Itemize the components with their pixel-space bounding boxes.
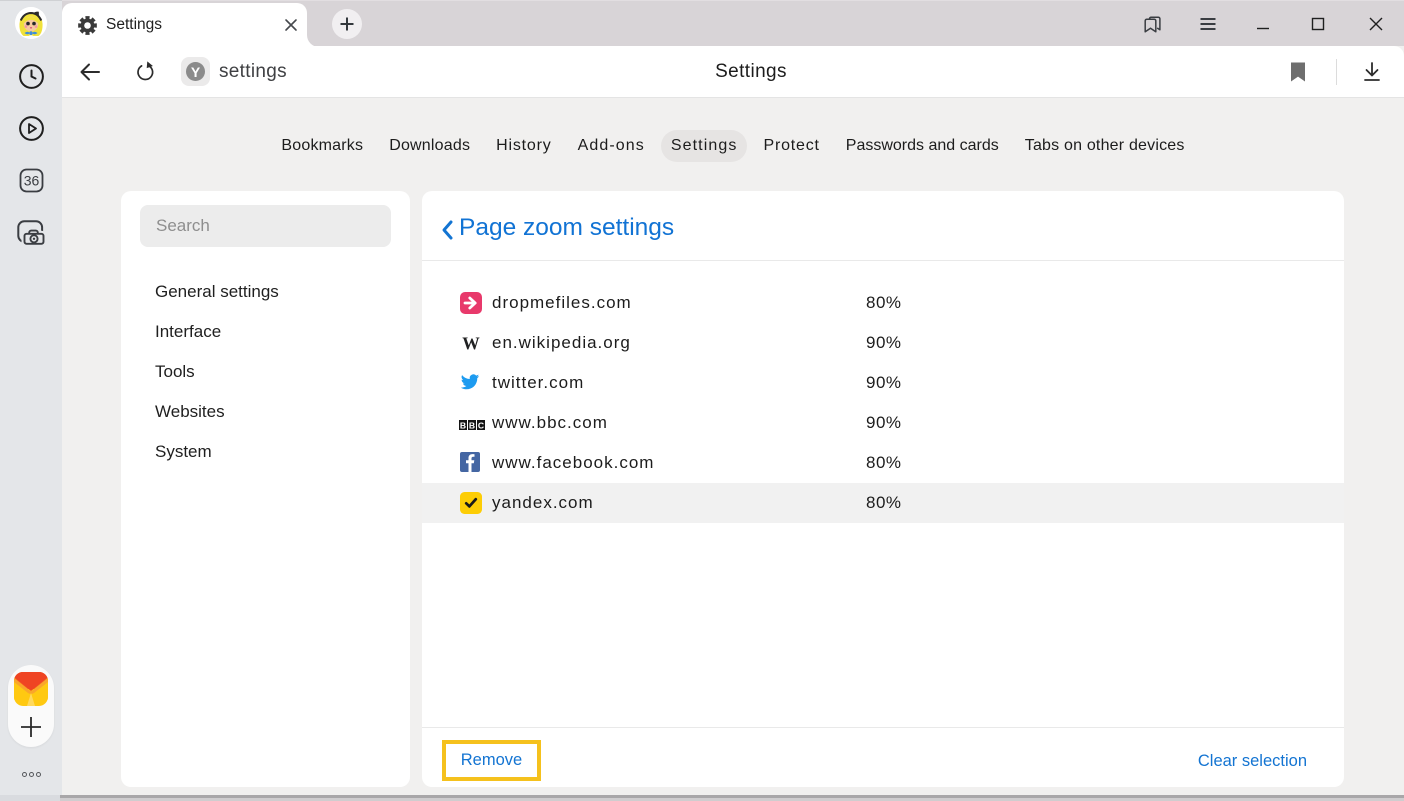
svg-text:C: C <box>478 420 484 430</box>
svg-text:W: W <box>462 333 480 353</box>
svg-text:B: B <box>469 420 475 430</box>
svg-text:B: B <box>460 420 466 430</box>
svg-text:36: 36 <box>23 172 39 188</box>
